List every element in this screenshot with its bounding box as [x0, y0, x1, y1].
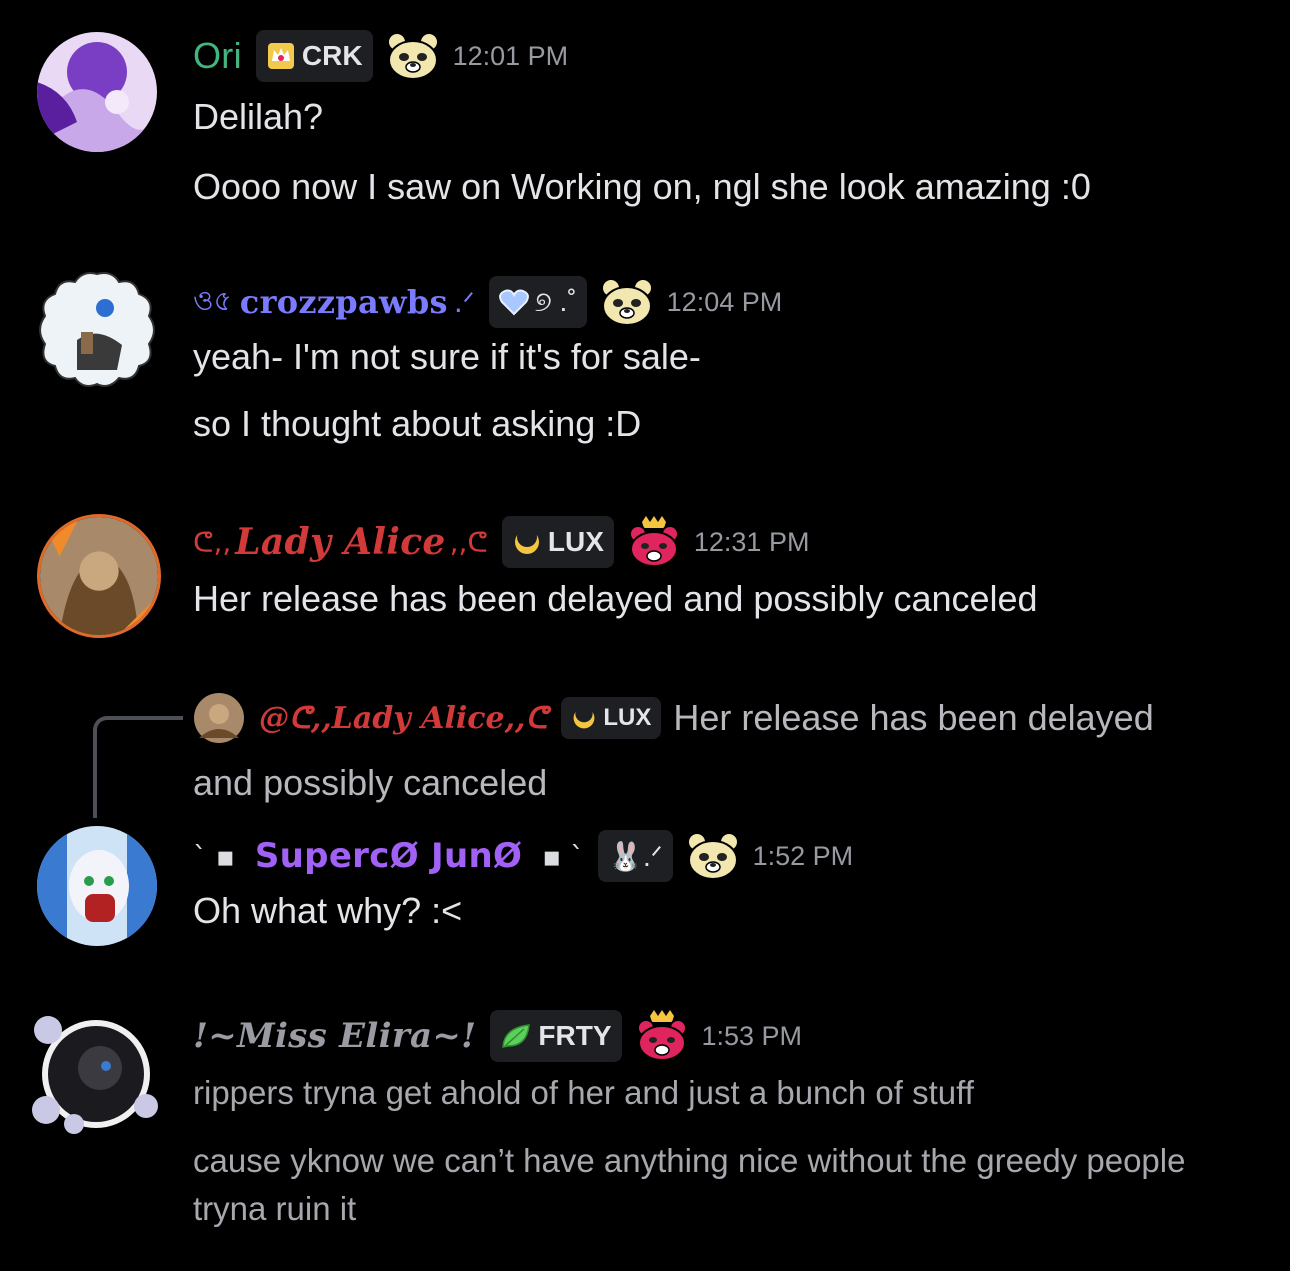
- username[interactable]: Ori: [193, 35, 242, 77]
- crowned-bear-face-icon: [636, 1010, 687, 1061]
- message-header: !~Miss Elira~! FRTY 1:53 PM: [193, 1006, 802, 1066]
- avatar-crozzpawbs[interactable]: [37, 270, 157, 390]
- username[interactable]: Lady Alice: [235, 521, 445, 563]
- reply-preview[interactable]: @ᕦ,,Lady Alice,,ᕦ LUX Her release has be…: [193, 692, 1154, 744]
- guild-tag[interactable]: CRK: [255, 30, 373, 82]
- crowned-bear-face-icon: [628, 516, 679, 567]
- timestamp: 12:31 PM: [693, 526, 810, 557]
- moon-icon: [514, 527, 539, 554]
- bear-face-icon: [386, 32, 439, 80]
- username-prefix: ও৫: [193, 283, 232, 317]
- username[interactable]: crozzpawbs: [240, 283, 448, 321]
- bear-face-icon: [600, 278, 653, 326]
- message-header: ᕦ,, Lady Alice ,,ᕦ LUX 12:31 PM: [193, 512, 809, 572]
- message-header: ও৫ crozzpawbs .ᐟ ୭ .˚ 12:04 PM: [193, 272, 782, 332]
- guild-tag-label: LUX: [547, 526, 604, 557]
- guild-tag-label: 🐰.ᐟ: [608, 840, 663, 872]
- message-line: Oooo now I saw on Working on, ngl she lo…: [193, 166, 1091, 207]
- reply-connector: [93, 716, 183, 818]
- username-suffix: ,,ᕦ: [449, 525, 488, 559]
- guild-tag[interactable]: LUX: [501, 516, 614, 568]
- message-header: Ori CRK 12:01 PM: [193, 26, 568, 86]
- reply-guild-tag: LUX: [561, 697, 662, 739]
- avatar-miss-elira[interactable]: [28, 1010, 162, 1138]
- timestamp: 1:52 PM: [752, 840, 854, 871]
- guild-tag[interactable]: 🐰.ᐟ: [598, 830, 673, 882]
- message-line: Delilah?: [193, 96, 324, 137]
- avatar-ori-image: [37, 32, 157, 152]
- avatar-crozzpawbs-image: [39, 272, 155, 387]
- guild-tag-label: CRK: [301, 40, 363, 71]
- avatar-superc-juno[interactable]: [37, 826, 157, 946]
- bear-face-icon: [686, 832, 739, 880]
- reply-text: Her release has been delayed: [673, 697, 1154, 738]
- crown-badge-icon: [267, 43, 294, 69]
- avatar-lady-alice[interactable]: [37, 514, 161, 638]
- message-header: ˋ ▪ SupercØ JunØ ▪ ˋ 🐰.ᐟ 1:52 PM: [193, 826, 853, 886]
- guild-tag-label: FRTY: [538, 1020, 612, 1051]
- guild-tag-label: ୭ .˚: [534, 285, 577, 317]
- message-line: cause yknow we can’t have anything nice …: [193, 1142, 1186, 1179]
- message-line: Oh what why? :<: [193, 890, 463, 931]
- timestamp: 12:01 PM: [452, 40, 569, 71]
- leaf-icon: [502, 1024, 531, 1048]
- reply-avatar: [194, 693, 244, 743]
- avatar-miss-elira-image: [32, 1016, 158, 1134]
- heart-icon: [498, 289, 529, 316]
- reply-text-continued: and possibly canceled: [193, 762, 548, 803]
- username-prefix: ˋ ▪: [193, 839, 235, 873]
- username-suffix: .ᐟ: [453, 285, 475, 319]
- message-line: so I thought about asking :D: [193, 403, 642, 444]
- moon-icon: [573, 705, 595, 729]
- username-suffix: ▪ ˋ: [542, 839, 585, 873]
- guild-tag[interactable]: FRTY: [490, 1010, 622, 1062]
- message-line: yeah- I'm not sure if it's for sale-: [193, 336, 701, 377]
- message-line: Her release has been delayed and possibl…: [193, 578, 1038, 619]
- guild-tag[interactable]: ୭ .˚: [488, 276, 587, 328]
- message-line: rippers tryna get ahold of her and just …: [193, 1074, 974, 1111]
- avatar-ori[interactable]: [37, 32, 157, 152]
- reply-mention[interactable]: @ᕦ,,Lady Alice,,ᕦ: [259, 701, 547, 736]
- reply-guild-tag-label: LUX: [603, 704, 652, 731]
- avatar-lady-alice-image: [40, 517, 158, 635]
- username[interactable]: SupercØ JunØ: [255, 836, 522, 876]
- timestamp: 1:53 PM: [701, 1020, 803, 1051]
- message-line: tryna ruin it: [193, 1190, 357, 1227]
- username[interactable]: !~Miss Elira~!: [193, 1016, 476, 1056]
- timestamp: 12:04 PM: [666, 286, 783, 317]
- avatar-superc-juno-image: [37, 826, 157, 946]
- username-prefix: ᕦ,,: [193, 525, 232, 559]
